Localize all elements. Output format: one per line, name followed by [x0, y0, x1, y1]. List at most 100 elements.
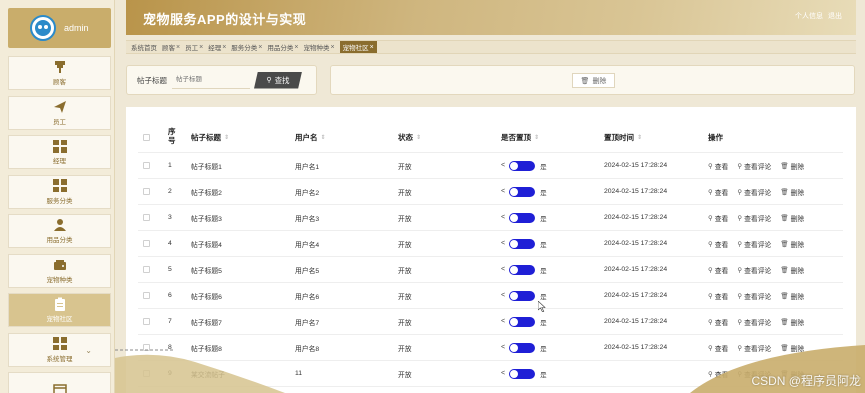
row-index: 6: [168, 292, 172, 299]
select-all-checkbox[interactable]: [143, 122, 150, 152]
row-checkbox[interactable]: [143, 153, 150, 178]
view-button[interactable]: ⚲查看: [708, 161, 728, 171]
row-user: 用户名8: [295, 345, 320, 353]
close-icon[interactable]: ×: [258, 44, 262, 51]
sidebar-item-more[interactable]: [8, 372, 111, 393]
sidebar-item-label: 宠物社区: [46, 316, 73, 323]
table-row: 1 帖子标题1 用户名1 开放 < 是 2024-02-15 17:28:24 ⚲ 查看 ⚲ 查看评…: [138, 153, 843, 179]
view-button[interactable]: ⚲查看: [708, 239, 728, 249]
close-icon[interactable]: ×: [330, 44, 334, 51]
user-box[interactable]: admin: [8, 8, 111, 48]
sidebar-item-customer[interactable]: 顾客: [8, 56, 111, 90]
top-toggle-switch[interactable]: [509, 368, 536, 379]
view-button[interactable]: ⚲查看: [708, 265, 728, 275]
delete-button[interactable]: 🗑删除: [780, 161, 804, 171]
col-time[interactable]: 置顶时间 ⇕: [604, 122, 642, 152]
row-checkbox[interactable]: [143, 205, 150, 230]
view-comments-button[interactable]: ⚲查看评论: [737, 239, 771, 249]
tag-home[interactable]: 系统首页: [131, 42, 157, 52]
search-input[interactable]: [172, 71, 250, 89]
user-name: admin: [64, 23, 89, 33]
top-flag-label: 是: [540, 293, 547, 301]
top-toggle-switch[interactable]: [509, 160, 536, 171]
tag-pet-community[interactable]: 宠物社区 ×: [339, 41, 377, 53]
sidebar-item-staff[interactable]: 员工: [8, 95, 111, 130]
col-status[interactable]: 状态 ⇕: [398, 122, 421, 152]
top-toggle-switch[interactable]: [509, 186, 536, 197]
batch-delete-button[interactable]: 🗑 删除: [572, 73, 615, 88]
view-button[interactable]: ⚲查看: [708, 187, 728, 197]
delete-button[interactable]: 🗑删除: [780, 213, 804, 223]
view-button[interactable]: ⚲查看: [708, 213, 728, 223]
row-title: 帖子标题1: [191, 163, 222, 171]
row-ops: ⚲查看 ⚲查看评论 🗑删除: [708, 153, 813, 178]
delete-button[interactable]: 🗑删除: [780, 239, 804, 249]
search-icon: ⚲: [737, 266, 743, 274]
row-status: 开放: [398, 371, 412, 379]
top-flag-label: 是: [540, 345, 547, 353]
tag-service-category[interactable]: 服务分类 ×: [231, 42, 262, 53]
view-button[interactable]: ⚲查看: [708, 291, 728, 301]
view-comments-button[interactable]: ⚲查看评论: [737, 317, 771, 327]
row-time: 2024-02-15 17:28:24: [604, 344, 668, 351]
top-toggle-switch[interactable]: [509, 264, 536, 275]
top-toggle-switch[interactable]: [509, 290, 536, 301]
delete-button[interactable]: 🗑删除: [780, 187, 804, 197]
tag-pet-species[interactable]: 宠物种类 ×: [303, 42, 334, 53]
col-user[interactable]: 用户名 ⇕: [295, 122, 326, 152]
delete-button[interactable]: 🗑删除: [780, 317, 804, 327]
paper-plane-icon: [52, 100, 68, 114]
sidebar-item-system[interactable]: 系统管理 ⌄: [8, 332, 111, 367]
row-ops: ⚲查看 ⚲查看评论 🗑删除: [708, 205, 813, 230]
close-icon[interactable]: ×: [294, 44, 298, 51]
top-flag-label: 是: [540, 267, 547, 275]
row-top-cell: < 是: [501, 361, 547, 386]
top-toggle-switch[interactable]: [509, 238, 536, 249]
profile-link[interactable]: 个人信息: [795, 13, 823, 20]
sidebar-item-label: 用品分类: [46, 237, 73, 244]
tag-staff[interactable]: 员工 ×: [185, 42, 203, 53]
top-toggle-switch[interactable]: [509, 342, 536, 353]
row-checkbox[interactable]: [143, 309, 150, 334]
search-icon: ⚲: [737, 162, 743, 170]
sidebar-item-supply-category[interactable]: 用品分类: [8, 214, 111, 248]
view-comments-button[interactable]: ⚲查看评论: [737, 213, 771, 223]
search-button[interactable]: ⚲ 查找: [254, 71, 302, 89]
view-comments-button[interactable]: ⚲查看评论: [737, 161, 771, 171]
close-icon[interactable]: ×: [199, 44, 203, 51]
tag-supply-category[interactable]: 用品分类 ×: [267, 42, 298, 53]
view-comments-button[interactable]: ⚲查看评论: [737, 291, 771, 301]
close-icon[interactable]: ×: [370, 44, 374, 51]
delete-button[interactable]: 🗑删除: [780, 265, 804, 275]
col-top[interactable]: 是否置顶 ⇕: [501, 122, 539, 152]
tag-customer[interactable]: 顾客 ×: [162, 42, 180, 53]
top-toggle-switch[interactable]: [509, 212, 536, 223]
view-comments-button[interactable]: ⚲查看评论: [737, 187, 771, 197]
sidebar-item-pet-species[interactable]: 宠物种类: [8, 253, 111, 288]
sidebar-menu: 顾客 员工 经理 服务分类 用品分类 宠物种类 宠物社区 系统管理 ⌄: [8, 56, 111, 393]
person-icon: [52, 218, 68, 232]
view-button[interactable]: ⚲查看: [708, 317, 728, 327]
pin-icon: [52, 60, 68, 74]
sidebar-item-service-category[interactable]: 服务分类: [8, 174, 111, 209]
col-title[interactable]: 帖子标题 ⇕: [191, 122, 229, 152]
row-checkbox[interactable]: [143, 179, 150, 204]
sidebar-item-pet-community[interactable]: 宠物社区: [8, 293, 111, 327]
close-icon[interactable]: ×: [222, 44, 226, 51]
clipboard-icon: [52, 297, 68, 311]
search-label: 帖子标题: [137, 75, 167, 85]
row-checkbox[interactable]: [143, 231, 150, 256]
delete-button[interactable]: 🗑删除: [780, 291, 804, 301]
view-comments-button[interactable]: ⚲查看评论: [737, 265, 771, 275]
row-status: 开放: [398, 293, 412, 301]
share-icon: <: [501, 240, 506, 247]
row-checkbox[interactable]: [143, 257, 150, 282]
row-checkbox[interactable]: [143, 283, 150, 308]
logout-link[interactable]: 退出: [828, 13, 842, 20]
trash-icon: 🗑: [780, 292, 789, 300]
search-icon: ⚲: [737, 240, 743, 248]
tag-manager[interactable]: 经理 ×: [208, 42, 226, 53]
close-icon[interactable]: ×: [176, 44, 180, 51]
sidebar-item-manager[interactable]: 经理: [8, 135, 111, 169]
top-toggle-switch[interactable]: [509, 316, 536, 327]
